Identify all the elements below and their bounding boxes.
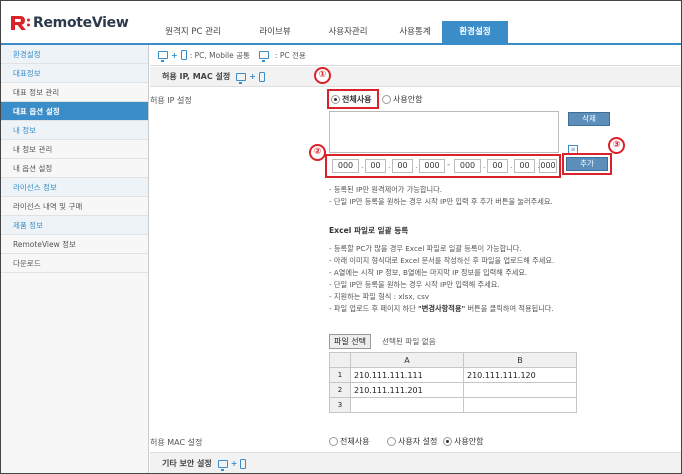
ip-radio-none[interactable]: 사용안함 — [382, 94, 422, 105]
sheet-cell: 210.111.111.201 — [350, 382, 464, 398]
radio-button[interactable] — [382, 95, 391, 104]
sheet-row-number: 2 — [328, 382, 352, 398]
sidebar-item-remoteview-info[interactable]: RemoteView 정보 — [1, 235, 148, 254]
excel-note-3: - A열에는 시작 IP 정보, B열에는 마지막 IP 정보를 입력해 주세요… — [329, 268, 528, 277]
start-ip-octet-3[interactable]: 00 — [392, 159, 413, 173]
sheet-corner — [328, 352, 352, 368]
plus-icon: + — [171, 50, 178, 60]
excel-note-1: - 등록할 PC가 많을 경우 Excel 파일로 일괄 등록이 가능합니다. — [329, 244, 522, 253]
sheet-cell — [463, 382, 577, 398]
ip-radio-all[interactable]: 전체사용 — [331, 94, 371, 105]
excel-note-2: - 아래 이미지 형식대로 Excel 문서를 작성하신 후 파일을 업로드해 … — [329, 256, 555, 265]
sidebar-section-product[interactable]: 제품 정보 — [1, 216, 148, 235]
plus-icon: + — [230, 458, 238, 468]
sheet-row-number: 1 — [328, 367, 352, 383]
sidebar-section-settings[interactable]: 환경설정 — [1, 45, 148, 64]
excel-example-sheet: A B 1 210.111.111.111 210.111.111.120 2 … — [328, 352, 577, 413]
sheet-col-header: A — [350, 352, 464, 368]
sheet-cell — [463, 397, 577, 413]
section-title: 허용 IP, MAC 설정 — [162, 71, 231, 81]
file-status: 선택된 파일 없음 — [382, 337, 436, 346]
top-bar: RemoteView 원격지 PC 관리 라이브뷰 사용자관리 사용통계 환경설… — [1, 1, 681, 45]
ip-dot: . — [510, 161, 513, 170]
logo: RemoteView — [9, 13, 129, 33]
mac-radio-user[interactable]: 사용자 설정 — [387, 436, 437, 447]
callout-badge-2: ② — [309, 144, 326, 161]
monitor-icon — [217, 459, 228, 471]
ip-dot: . — [415, 161, 418, 170]
end-ip-octet-3[interactable]: 00 — [514, 159, 535, 173]
plus-icon: + — [249, 71, 256, 81]
excel-title: Excel 파일로 일괄 등록 — [329, 226, 409, 235]
allowed-mac-label: 허용 MAC 설정 — [150, 438, 203, 447]
legend-pc-text: : PC 전용 — [274, 50, 306, 60]
ip-note-2: - 단일 IP만 등록을 원하는 경우 시작 IP만 입력 후 추가 버튼을 눌… — [329, 197, 553, 206]
sidebar-item-download[interactable]: 다운로드 — [1, 254, 148, 273]
excel-note-5: - 지원하는 파일 형식 : xlsx, csv — [329, 292, 430, 301]
ip-dot: . — [483, 161, 486, 170]
end-ip-octet-4[interactable]: 000 — [539, 159, 557, 173]
sidebar-item-rep-options[interactable]: 대표 옵션 설정 — [1, 102, 148, 121]
monitor-icon — [236, 72, 247, 84]
tab-remote-pc[interactable]: 원격지 PC 관리 — [151, 21, 235, 43]
main-content: + : PC, Mobile 공통 : PC 전용 허용 IP, MAC 설정 … — [150, 45, 681, 473]
excel-note-6: - 파일 업로드 후 페이지 하단 "변경사항적용" 버튼을 클릭하여 적용됩니… — [329, 304, 554, 313]
sheet-col-header: B — [463, 352, 577, 368]
start-ip-octet-2[interactable]: 00 — [365, 159, 386, 173]
delete-button[interactable]: 삭제 — [568, 112, 610, 126]
sheet-row-number: 3 — [328, 397, 352, 413]
remoteview-logo-icon — [11, 16, 30, 30]
sidebar-section-rep-info[interactable]: 대표정보 — [1, 64, 148, 83]
tab-stats[interactable]: 사용통계 — [385, 21, 445, 43]
ip-list-box[interactable] — [329, 111, 559, 153]
sheet-cell — [350, 397, 464, 413]
file-select-button[interactable]: 파일 선택 — [329, 334, 371, 349]
add-button[interactable]: 추가 — [566, 157, 608, 171]
app-window: RemoteView 원격지 PC 관리 라이브뷰 사용자관리 사용통계 환경설… — [0, 0, 682, 474]
phone-icon — [180, 50, 187, 60]
end-ip-octet-2[interactable]: 00 — [487, 159, 508, 173]
ip-dot: . — [388, 161, 391, 170]
end-ip-octet-1[interactable]: 000 — [454, 159, 481, 173]
tab-settings[interactable]: 환경설정 — [442, 21, 508, 43]
ip-dot: . — [361, 161, 364, 170]
sidebar-item-rep-info-manage[interactable]: 대표 정보 관리 — [1, 83, 148, 102]
phone-icon — [258, 71, 265, 82]
callout-badge-1: ① — [314, 67, 331, 84]
tab-users[interactable]: 사용자관리 — [313, 21, 383, 43]
radio-button[interactable] — [331, 95, 340, 104]
start-ip-octet-1[interactable]: 000 — [332, 159, 359, 173]
platform-legend: + : PC, Mobile 공통 : PC 전용 — [150, 45, 681, 66]
monitor-icon — [158, 51, 168, 62]
mac-radio-none[interactable]: 사용안함 — [443, 436, 483, 447]
monitor-icon — [258, 51, 269, 62]
sheet-cell: 210.111.111.120 — [463, 367, 577, 383]
radio-button[interactable] — [387, 437, 396, 446]
sidebar: 환경설정 대표정보 대표 정보 관리 대표 옵션 설정 내 정보 내 정보 관리… — [1, 45, 149, 473]
excel-note-4: - 단일 IP만 등록을 원하는 경우 시작 IP만 입력해 주세요. — [329, 280, 500, 289]
mac-radio-all[interactable]: 전체사용 — [329, 436, 369, 447]
sidebar-section-my-info[interactable]: 내 정보 — [1, 121, 148, 140]
allowed-ip-label: 허용 IP 설정 — [150, 96, 192, 105]
radio-button[interactable] — [329, 437, 338, 446]
sheet-cell: 210.111.111.111 — [350, 367, 464, 383]
tab-liveview[interactable]: 라이브뷰 — [239, 21, 311, 43]
ip-note-1: - 등록된 IP만 원격제어가 가능합니다. — [329, 185, 443, 194]
sidebar-item-my-info-manage[interactable]: 내 정보 관리 — [1, 140, 148, 159]
phone-icon — [240, 458, 247, 469]
section2-title: 기타 보안 설정 — [162, 458, 212, 468]
start-ip-octet-4[interactable]: 000 — [419, 159, 445, 173]
section-header-ip-mac: 허용 IP, MAC 설정 + — [150, 67, 681, 87]
legend-common-text: : PC, Mobile 공통 — [189, 50, 250, 60]
sidebar-section-license[interactable]: 라이선스 정보 — [1, 178, 148, 197]
sidebar-item-license-history[interactable]: 라이선스 내역 및 구매 — [1, 197, 148, 216]
brand-name: RemoteView — [33, 15, 129, 31]
section-header-other-security: 기타 보안 설정 + — [150, 452, 681, 473]
sidebar-item-my-options[interactable]: 내 옵션 설정 — [1, 159, 148, 178]
radio-button[interactable] — [443, 437, 452, 446]
range-separator: - — [447, 160, 451, 170]
callout-badge-3: ③ — [608, 137, 625, 154]
